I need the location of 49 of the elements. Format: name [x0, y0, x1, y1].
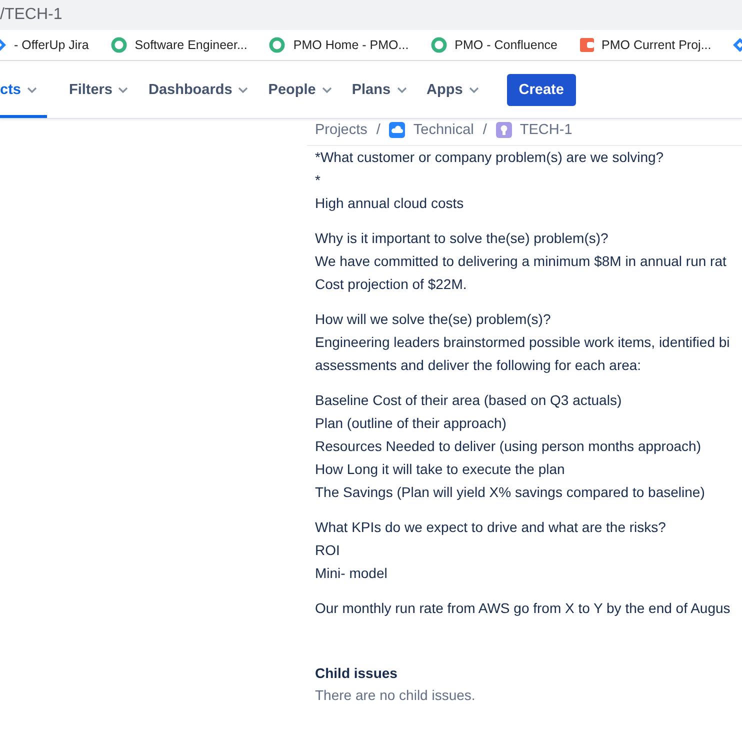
- description-text: The Savings (Plan will yield X% savings compared to baseline): [315, 483, 706, 502]
- create-button[interactable]: Create: [506, 74, 576, 106]
- description-text: How will we solve the(se) problem(s)?: [315, 310, 552, 329]
- chevron-down-icon: [322, 86, 332, 92]
- description-text: We have committed to delivering a minimum $8M in annual run rat: [315, 252, 728, 271]
- bookmark-link[interactable]: Software Engineer...: [134, 38, 248, 52]
- chevron-down-icon: [396, 86, 407, 92]
- chevron-down-icon: [468, 86, 479, 92]
- description-text: High annual cloud costs: [315, 194, 465, 213]
- breadcrumb-separator: /: [376, 122, 380, 138]
- description-text: What KPIs do we expect to drive and what are the risks?: [315, 518, 667, 537]
- description-text: Why is it important to solve the(se) problem(s)?: [315, 229, 610, 248]
- description-text: How Long it will take to execute the plan: [315, 460, 566, 479]
- circle-icon: [110, 37, 127, 53]
- nav-tab[interactable]: Apps: [416, 61, 489, 118]
- chevron-down-icon: [238, 86, 248, 92]
- cloud-icon: [389, 122, 406, 138]
- nav-tab[interactable]: Filters: [58, 61, 138, 118]
- description-text: Plan (outline of their approach): [315, 414, 508, 433]
- bookmark-link[interactable]: PMO Home - PMO...: [293, 38, 409, 52]
- section-heading: Child issues: [315, 665, 398, 681]
- description-text: Engineering leaders brainstormed possible work items, identified bi: [315, 333, 731, 352]
- breadcrumb-separator: /: [482, 122, 487, 138]
- description-text: Baseline Cost of their area (based on Q3 actuals): [315, 391, 623, 410]
- description-text: ROI: [315, 541, 341, 560]
- description-text: Cost projection of $22M.: [315, 275, 468, 294]
- chevron-down-icon: [118, 86, 128, 92]
- nav-tab[interactable]: People: [258, 61, 342, 118]
- empty-message: There are no child issues.: [315, 687, 476, 703]
- description-text: Mini- model: [315, 564, 388, 583]
- circle-icon: [269, 37, 286, 53]
- document-icon: [580, 38, 594, 52]
- chevron-down-icon: [26, 86, 37, 92]
- bookmark-link[interactable]: PMO Current Proj...: [602, 38, 712, 52]
- nav-tab[interactable]: cts: [0, 61, 47, 118]
- bookmark-link[interactable]: - OfferUp Jira: [14, 38, 89, 52]
- description-text: *What customer or company problem(s) are we solving?: [315, 148, 665, 167]
- description-text: *: [315, 171, 322, 190]
- nav-tab[interactable]: Dashboards: [138, 61, 258, 118]
- bookmark-link[interactable]: PMO - Confluence: [454, 38, 558, 52]
- description-text: Our monthly run rate from AWS go from X to Y by the end of Augus: [315, 599, 732, 618]
- breadcrumb-link[interactable]: TECH-1: [520, 122, 572, 138]
- circle-icon: [430, 37, 447, 53]
- breadcrumb-link[interactable]: Technical: [413, 122, 474, 138]
- description-text: Resources Needed to deliver (using person months approach): [315, 437, 702, 456]
- nav-tab[interactable]: Plans: [342, 61, 417, 118]
- description-text: assessments and deliver the following for each area:: [315, 356, 642, 375]
- url-text[interactable]: /TECH-1: [0, 6, 62, 24]
- breadcrumb-link[interactable]: Projects: [315, 122, 368, 138]
